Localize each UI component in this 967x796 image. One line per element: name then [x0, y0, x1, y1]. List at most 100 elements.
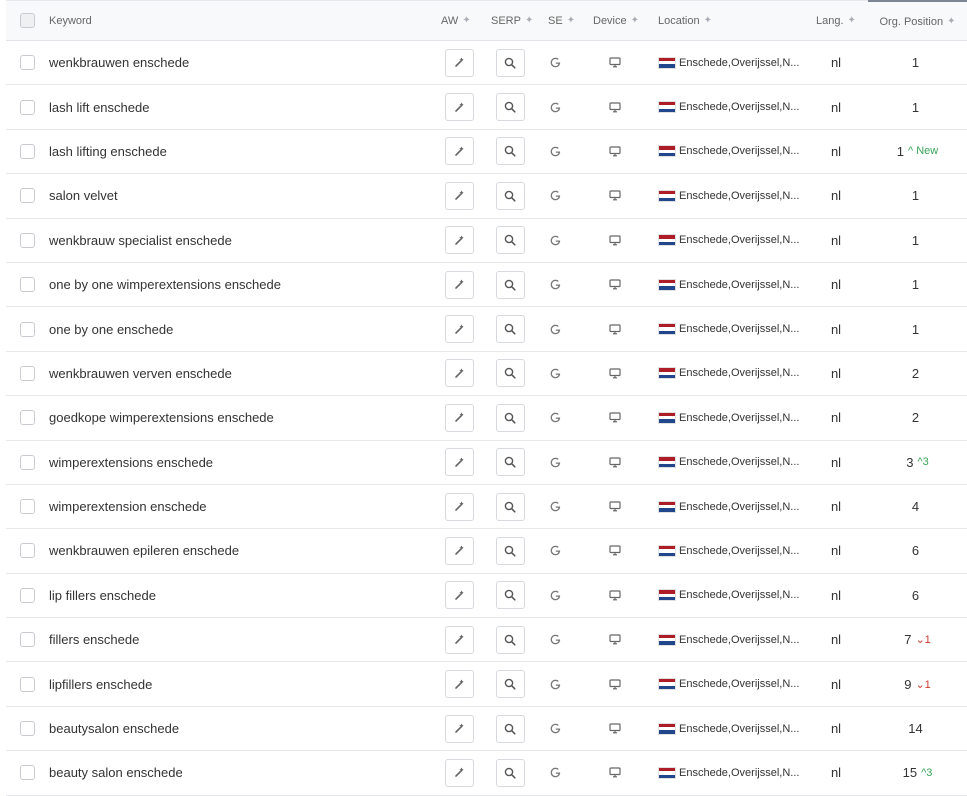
serp-button[interactable] [495, 714, 525, 743]
column-header-aw[interactable]: AW ✦ [441, 1, 491, 40]
serp-button[interactable] [495, 226, 525, 255]
serp-button[interactable] [495, 93, 525, 122]
column-header-lang[interactable]: Lang. ✦ [816, 1, 866, 40]
sort-icon[interactable]: ✦ [462, 15, 470, 26]
aw-button[interactable] [444, 625, 474, 654]
row-checkbox[interactable] [20, 587, 35, 603]
row-checkbox[interactable] [20, 277, 35, 293]
aw-button[interactable] [444, 492, 474, 521]
keyword-cell[interactable]: beauty salon enschede [49, 751, 429, 794]
serp-button[interactable] [495, 359, 525, 388]
keyword-text: wenkbrauwen verven enschede [49, 365, 232, 381]
keyword-cell[interactable]: salon velvet [49, 174, 429, 217]
keyword-cell[interactable]: wenkbrauw specialist enschede [49, 219, 429, 262]
keyword-cell[interactable]: wenkbrauwen epileren enschede [49, 529, 429, 572]
aw-button[interactable] [444, 581, 474, 610]
row-checkbox[interactable] [20, 143, 35, 159]
row-checkbox[interactable] [20, 454, 35, 470]
aw-button[interactable] [444, 403, 474, 432]
keyword-cell[interactable]: lash lifting enschede [49, 130, 429, 173]
row-checkbox[interactable] [20, 55, 35, 71]
keyword-cell[interactable]: goedkope wimperextensions enschede [49, 396, 429, 439]
row-checkbox[interactable] [20, 365, 35, 381]
column-header-se[interactable]: SE ✦ [548, 1, 588, 40]
aw-button[interactable] [444, 315, 474, 344]
serp-button[interactable] [495, 137, 525, 166]
keyword-cell[interactable]: lipfillers enschede [49, 662, 429, 705]
sort-icon[interactable]: ✦ [631, 15, 639, 26]
keyword-cell[interactable]: lip fillers enschede [49, 574, 429, 617]
serp-button[interactable] [495, 270, 525, 299]
column-header-org-position[interactable]: Org. Position ✦ [868, 0, 967, 41]
sort-icon[interactable]: ✦ [704, 15, 712, 26]
serp-button[interactable] [495, 492, 525, 521]
aw-button[interactable] [444, 758, 474, 787]
google-icon [550, 679, 560, 689]
aw-button[interactable] [444, 359, 474, 388]
location-text: Enschede,Overijssel,N... [679, 544, 800, 557]
sort-icon[interactable]: ✦ [848, 15, 856, 26]
row-checkbox[interactable] [20, 543, 35, 559]
row-checkbox[interactable] [20, 721, 35, 737]
keyword-cell[interactable]: lash lift enschede [49, 85, 429, 128]
aw-button[interactable] [444, 670, 474, 699]
keyword-cell[interactable]: one by one enschede [49, 307, 429, 350]
search-icon [504, 501, 516, 513]
serp-button[interactable] [495, 48, 525, 77]
row-checkbox[interactable] [20, 321, 35, 337]
keyword-cell[interactable]: wimperextensions enschede [49, 441, 429, 484]
serp-button[interactable] [495, 625, 525, 654]
row-checkbox[interactable] [20, 676, 35, 692]
keyword-cell[interactable]: wenkbrauwen enschede [49, 41, 429, 84]
select-all-checkbox[interactable] [20, 13, 35, 28]
serp-button[interactable] [495, 448, 525, 477]
desktop-icon [609, 457, 621, 468]
row-checkbox[interactable] [20, 765, 35, 781]
position-value: 4 [911, 499, 920, 515]
row-checkbox[interactable] [20, 232, 35, 248]
aw-button[interactable] [444, 181, 474, 210]
serp-button[interactable] [495, 581, 525, 610]
serp-cell [490, 529, 530, 572]
keyword-cell[interactable]: fillers enschede [49, 618, 429, 661]
aw-button[interactable] [444, 270, 474, 299]
column-header-device[interactable]: Device ✦ [593, 1, 653, 40]
row-checkbox[interactable] [20, 99, 35, 115]
column-header-serp[interactable]: SERP ✦ [491, 1, 551, 40]
serp-button[interactable] [495, 315, 525, 344]
position-cell: 2 [868, 352, 967, 395]
sort-icon[interactable]: ✦ [947, 16, 955, 27]
serp-cell [490, 219, 530, 262]
row-checkbox[interactable] [20, 632, 35, 648]
wand-icon [454, 590, 464, 600]
serp-button[interactable] [495, 403, 525, 432]
keyword-cell[interactable]: wenkbrauwen verven enschede [49, 352, 429, 395]
keyword-cell[interactable]: wimperextension enschede [49, 485, 429, 528]
position-change: ⌄1 [915, 678, 931, 691]
serp-button[interactable] [495, 181, 525, 210]
row-checkbox[interactable] [20, 410, 35, 426]
table-row: beauty salon enschede Enschede,Overijsse… [6, 751, 967, 796]
google-icon [550, 279, 560, 290]
sort-icon[interactable]: ✦ [525, 15, 533, 26]
aw-button[interactable] [444, 48, 474, 77]
sort-icon[interactable]: ✦ [567, 15, 575, 26]
keyword-cell[interactable]: one by one wimperextensions enschede [49, 263, 429, 306]
serp-button[interactable] [495, 758, 525, 787]
row-checkbox[interactable] [20, 499, 35, 515]
aw-button[interactable] [444, 536, 474, 565]
location-text: Enschede,Overijssel,N... [679, 766, 800, 779]
row-checkbox[interactable] [20, 188, 35, 204]
column-header-keyword[interactable]: Keyword [49, 1, 429, 40]
aw-button[interactable] [444, 93, 474, 122]
aw-button[interactable] [444, 226, 474, 255]
position-cell: 9 ⌄1 [868, 662, 967, 705]
serp-button[interactable] [495, 536, 525, 565]
serp-button[interactable] [495, 670, 525, 699]
aw-button[interactable] [444, 448, 474, 477]
column-header-location[interactable]: Location ✦ [658, 1, 808, 40]
aw-button[interactable] [444, 137, 474, 166]
keyword-cell[interactable]: beautysalon enschede [49, 707, 429, 750]
aw-button[interactable] [444, 714, 474, 743]
lang-text: nl [830, 587, 842, 603]
